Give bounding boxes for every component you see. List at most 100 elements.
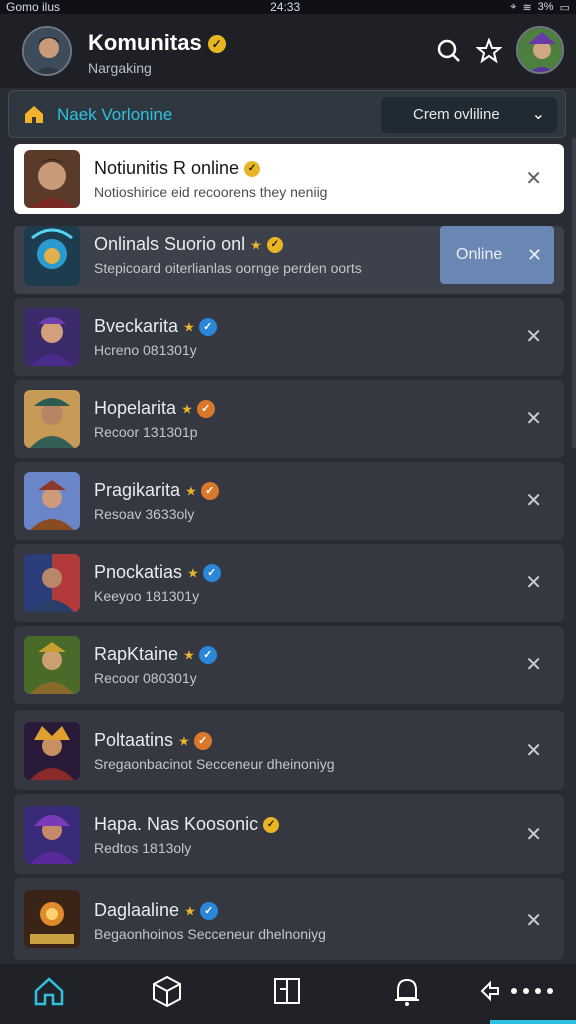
page-subtitle: Nargaking: [88, 60, 152, 76]
list-item[interactable]: Bveckarita ★ ✓ Hcreno 081301y ✕: [14, 298, 564, 376]
verified-orange-icon: ✓: [193, 732, 212, 751]
cube-icon[interactable]: [150, 974, 184, 1008]
gold-badge-icon: ✓: [266, 237, 283, 254]
item-title-text: Pragikarita: [94, 480, 181, 500]
item-subtitle: Resoav 3633oly: [94, 506, 195, 522]
location-icon: ⌖: [510, 0, 517, 13]
close-icon[interactable]: ✕: [525, 908, 542, 933]
status-dropdown[interactable]: Crem ovliline ⌄: [381, 97, 557, 133]
verified-blue-icon: ✓: [198, 646, 217, 665]
status-time: 24:33: [270, 0, 301, 14]
online-button[interactable]: Online ✕: [440, 226, 554, 284]
window-icon[interactable]: [270, 974, 304, 1008]
item-subtitle: Stepicoard oiterlianlas oornge perden oo…: [94, 260, 362, 276]
star-icon: ★: [178, 733, 190, 749]
close-icon[interactable]: ✕: [525, 166, 542, 191]
list-item[interactable]: Onlinals Suorio onl ★ ✓ Stepicoard oiter…: [14, 226, 564, 294]
item-title-text: Pnockatias: [94, 562, 183, 582]
wifi-icon: ≋: [522, 1, 532, 14]
gold-badge-icon: ✓: [263, 817, 280, 834]
item-title: Pnockatias ★ ✓: [94, 562, 221, 583]
item-subtitle: Sregaonbacinot Secceneur dheinoniyg: [94, 756, 335, 772]
game-thumbnail: [24, 226, 80, 286]
filter-label: Naek Vorlonine: [57, 105, 173, 124]
list-item[interactable]: Notiunitis R online ✓ Notioshirice eid r…: [14, 144, 564, 214]
list-item[interactable]: Daglaaline ★ ✓ Begaonhoinos Secceneur dhe…: [14, 878, 564, 960]
game-thumbnail: [24, 806, 80, 864]
item-title: Hopelarita ★ ✓: [94, 398, 215, 419]
home-nav-icon[interactable]: [32, 974, 66, 1008]
close-icon[interactable]: ✕: [525, 570, 542, 595]
item-title-text: Poltaatins: [94, 730, 174, 750]
star-icon: ★: [185, 483, 197, 499]
status-carrier: Gomo ilus: [6, 0, 61, 14]
item-subtitle: Recoor 131301p: [94, 424, 198, 440]
list-item[interactable]: Pnockatias ★ ✓ Keeyoo 181301y ✕: [14, 544, 564, 622]
item-title-text: Onlinals Suorio onl: [94, 234, 246, 254]
close-icon[interactable]: ✕: [525, 324, 542, 349]
list-item[interactable]: Pragikarita ★ ✓ Resoav 3633oly ✕: [14, 462, 564, 540]
game-thumbnail: [24, 890, 80, 948]
verified-orange-icon: ✓: [200, 482, 219, 501]
page-title: Komunitas ✓: [88, 30, 226, 56]
list-item[interactable]: Hapa. Nas Koosonic ✓ Redtos 1813oly ✕: [14, 794, 564, 874]
page-title-text: Komunitas: [88, 30, 202, 55]
close-icon[interactable]: ✕: [525, 652, 542, 677]
item-title: Poltaatins ★ ✓: [94, 730, 212, 751]
star-icon: ★: [183, 319, 195, 335]
game-thumbnail: [24, 308, 80, 366]
close-icon[interactable]: ✕: [525, 406, 542, 431]
close-icon[interactable]: ✕: [527, 226, 542, 284]
item-title: Hapa. Nas Koosonic ✓: [94, 814, 280, 835]
item-title-text: RapKtaine: [94, 644, 179, 664]
bell-icon[interactable]: [390, 974, 424, 1008]
more-icon[interactable]: [478, 974, 554, 1008]
item-title-text: Daglaaline: [94, 900, 180, 920]
filter-bar: Naek Vorlonine Crem ovliline ⌄: [8, 90, 566, 138]
list-item[interactable]: RapKtaine ★ ✓ Recoor 080301y ✕: [14, 626, 564, 704]
game-thumbnail: [24, 722, 80, 780]
star-icon: ★: [181, 401, 193, 417]
item-subtitle: Keeyoo 181301y: [94, 588, 200, 604]
item-title: Pragikarita ★ ✓: [94, 480, 219, 501]
item-title-text: Hopelarita: [94, 398, 177, 418]
nav-indicator: [490, 1020, 576, 1024]
community-avatar[interactable]: [22, 26, 72, 76]
item-subtitle: Begaonhoinos Secceneur dhelnoniyg: [94, 926, 326, 942]
item-title: Onlinals Suorio onl ★ ✓: [94, 234, 283, 255]
game-thumbnail: [24, 636, 80, 694]
scrollbar[interactable]: [572, 138, 576, 448]
list-item[interactable]: Poltaatins ★ ✓ Sregaonbacinot Secceneur d…: [14, 710, 564, 790]
star-icon: ★: [184, 903, 196, 919]
verified-orange-icon: ✓: [196, 400, 215, 419]
item-title-text: Notiunitis R online: [94, 158, 240, 178]
chevron-down-icon: ⌄: [531, 106, 545, 123]
verified-blue-icon: ✓: [198, 318, 217, 337]
star-icon: ★: [183, 647, 195, 663]
list-item[interactable]: Hopelarita ★ ✓ Recoor 131301p ✕: [14, 380, 564, 458]
game-thumbnail: [24, 390, 80, 448]
verified-blue-icon: ✓: [199, 902, 218, 921]
item-title: Daglaaline ★ ✓: [94, 900, 218, 921]
star-icon: ★: [250, 237, 262, 253]
close-icon[interactable]: ✕: [525, 488, 542, 513]
gold-badge-icon: ✓: [244, 161, 261, 178]
item-subtitle: Notioshirice eid recoorens they neniig: [94, 184, 328, 200]
status-icons: ⌖ ≋ 3% ▭: [510, 1, 570, 14]
game-thumbnail: [24, 150, 80, 208]
star-outline-icon[interactable]: [475, 37, 503, 64]
item-subtitle: Recoor 080301y: [94, 670, 197, 686]
game-thumbnail: [24, 472, 80, 530]
search-icon[interactable]: [436, 38, 462, 64]
item-title: Notiunitis R online ✓: [94, 158, 261, 179]
online-button-label: Online: [456, 246, 503, 263]
close-icon[interactable]: ✕: [525, 738, 542, 763]
game-thumbnail: [24, 554, 80, 612]
top-bar: Komunitas ✓ Nargaking: [0, 14, 576, 88]
status-dropdown-value: Crem ovliline: [413, 106, 500, 123]
user-avatar[interactable]: [516, 26, 564, 74]
status-bar: Gomo ilus 24:33 ⌖ ≋ 3% ▭: [0, 0, 576, 14]
item-title-text: Hapa. Nas Koosonic: [94, 814, 259, 834]
item-title: Bveckarita ★ ✓: [94, 316, 217, 337]
close-icon[interactable]: ✕: [525, 822, 542, 847]
